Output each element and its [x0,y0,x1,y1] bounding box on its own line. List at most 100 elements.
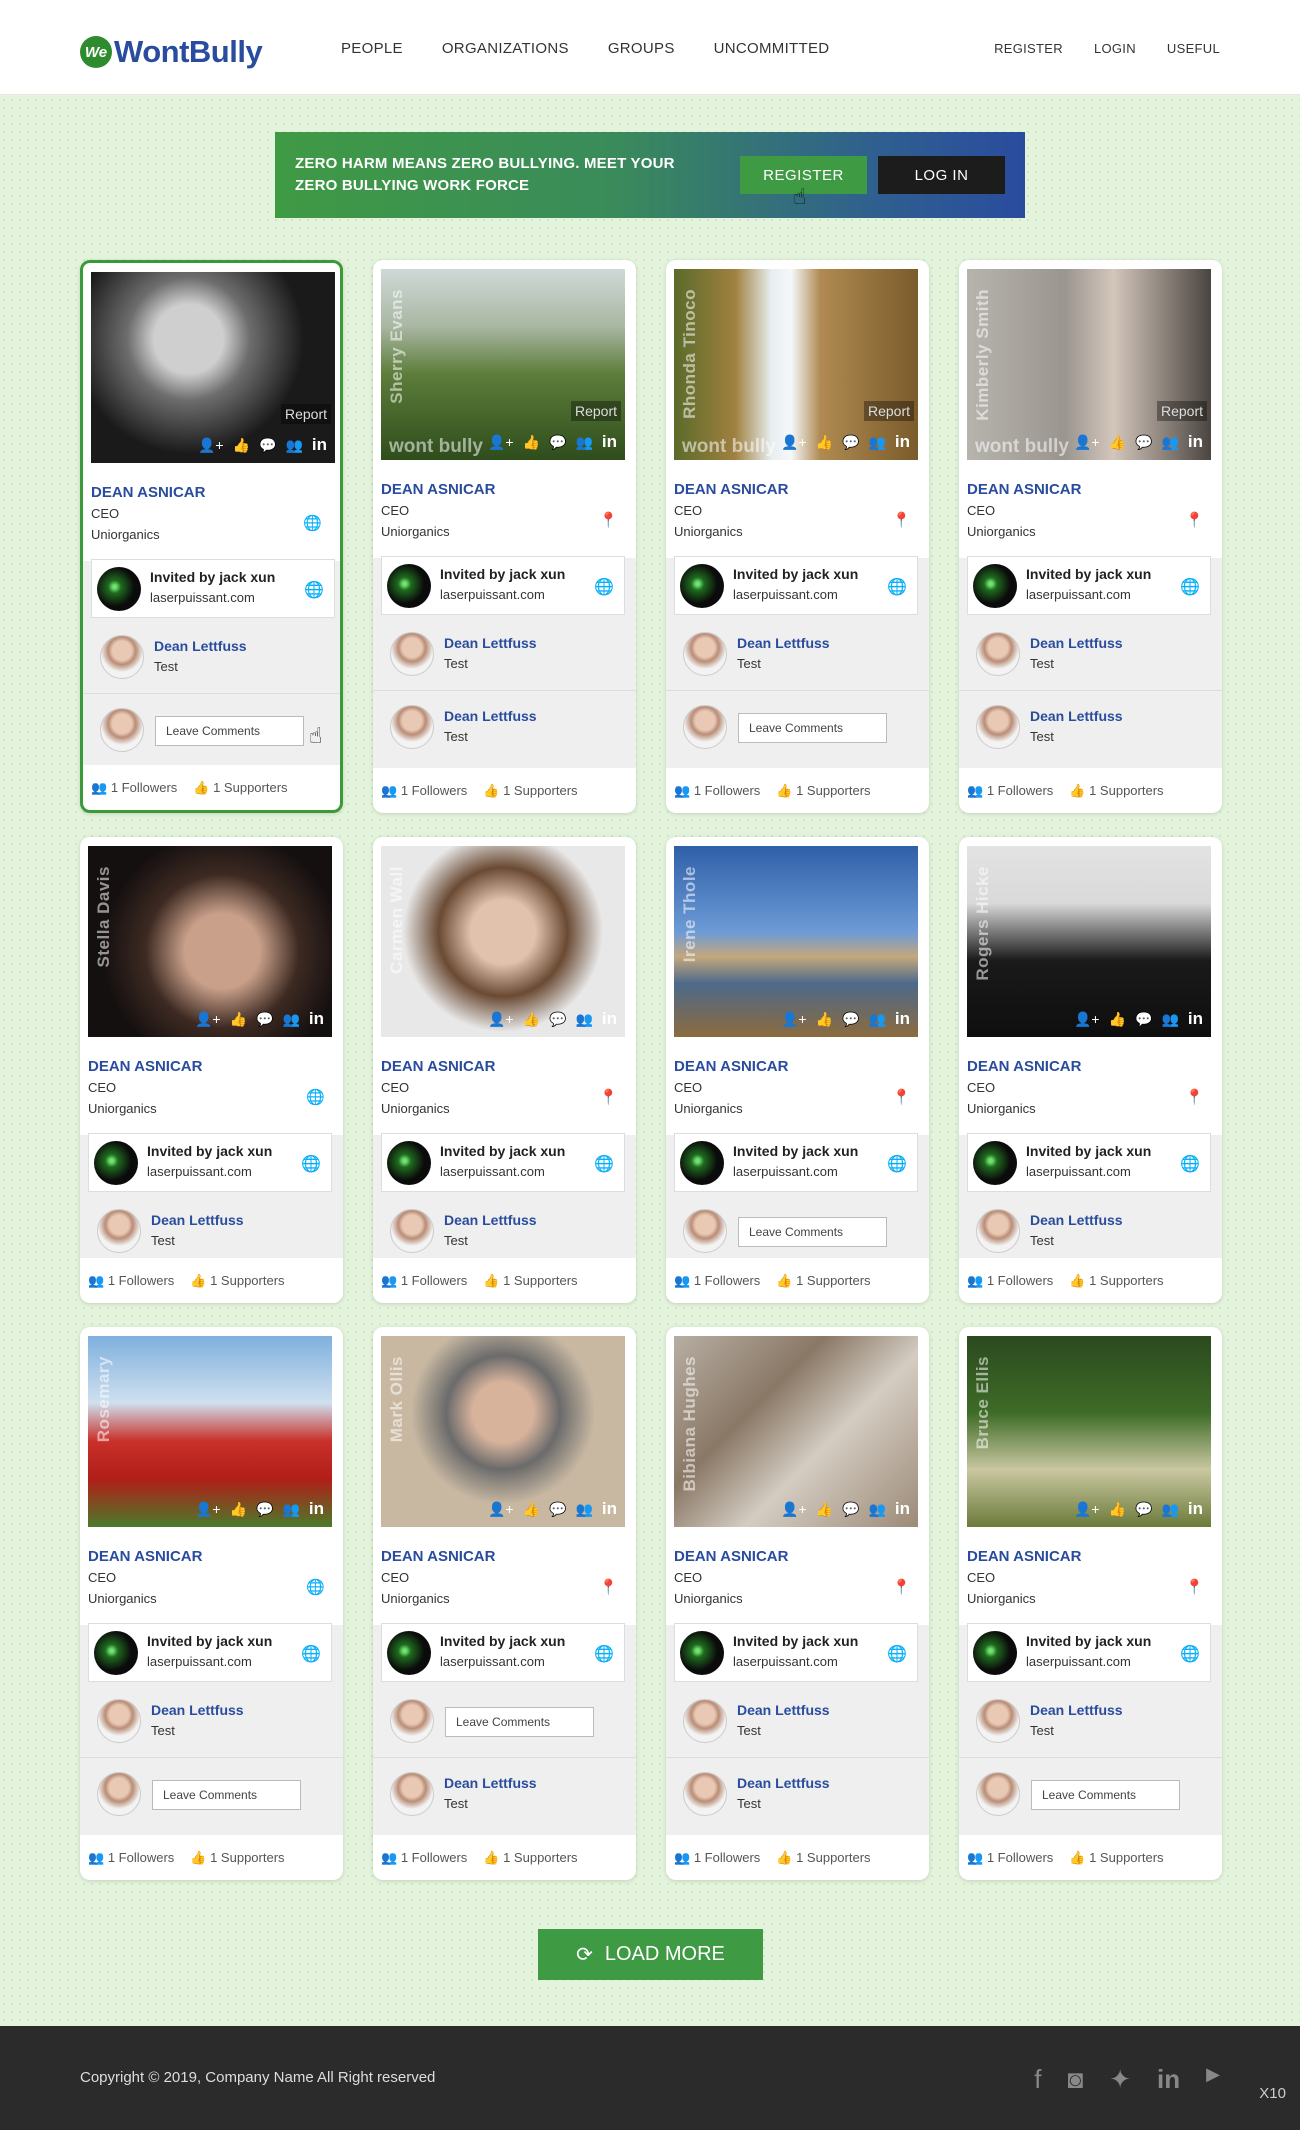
add-friend-icon[interactable]: 👤+ [781,434,807,451]
twitter-icon[interactable]: ✦ [1109,2064,1131,2095]
person-name[interactable]: DEAN ASNICAR [381,1548,495,1565]
group-icon[interactable]: 👥 [285,437,302,454]
comment-icon[interactable]: 💬 [1135,1501,1152,1518]
group-icon[interactable]: 👥 [1161,434,1178,451]
person-name[interactable]: DEAN ASNICAR [967,1058,1081,1075]
person-card[interactable]: Carmen Wall 👤+ 👍 💬 👥 in DEAN ASNICAR CEO… [373,837,636,1303]
report-button[interactable]: Report [1156,401,1207,421]
followers-count[interactable]: 👥 1 Followers [967,783,1053,799]
like-icon[interactable]: 👍 [523,1011,540,1028]
profile-photo[interactable]: Irene Thole 👤+ 👍 💬 👥 in [674,846,918,1037]
supporter-name[interactable]: Dean Lettfuss [444,1212,537,1228]
group-icon[interactable]: 👥 [868,434,885,451]
add-friend-icon[interactable]: 👤+ [781,1011,807,1028]
supporter-name[interactable]: Dean Lettfuss [737,635,830,651]
add-friend-icon[interactable]: 👤+ [1074,1501,1100,1518]
comment-icon[interactable]: 💬 [549,1011,566,1028]
nav-login[interactable]: LOGIN [1094,41,1136,56]
person-card[interactable]: Rosemary 👤+ 👍 💬 👥 in DEAN ASNICAR CEO Un… [80,1327,343,1880]
invited-by-box[interactable]: Invited by jack xun laserpuissant.com 🌐 [674,1623,918,1682]
like-icon[interactable]: 👍 [233,437,250,454]
avatar[interactable] [390,705,434,749]
avatar[interactable] [100,708,144,752]
nav-useful[interactable]: USEFUL [1167,41,1220,56]
like-icon[interactable]: 👍 [230,1011,247,1028]
linkedin-icon[interactable]: in [602,432,617,452]
linkedin-icon[interactable]: in [1188,1499,1203,1519]
person-card[interactable]: Rhonda Tinoco wont bully Report 👤+ 👍 💬 👥 i… [666,260,929,813]
group-icon[interactable]: 👥 [1161,1011,1178,1028]
invited-by-box[interactable]: Invited by jack xun laserpuissant.com 🌐 [674,1133,918,1192]
invited-by-box[interactable]: Invited by jack xun laserpuissant.com 🌐 [381,1133,625,1192]
person-name[interactable]: DEAN ASNICAR [674,481,788,498]
invited-by-box[interactable]: Invited by jack xun laserpuissant.com 🌐 [381,1623,625,1682]
avatar[interactable] [97,1209,141,1253]
facebook-icon[interactable]: f [1034,2064,1041,2095]
linkedin-icon[interactable]: in [1188,1009,1203,1029]
supporters-count[interactable]: 👍 1 Supporters [1069,1273,1163,1289]
supporter-name[interactable]: Dean Lettfuss [737,1702,830,1718]
add-friend-icon[interactable]: 👤+ [195,1011,221,1028]
group-icon[interactable]: 👥 [868,1501,885,1518]
supporters-count[interactable]: 👍 1 Supporters [1069,783,1163,799]
person-name[interactable]: DEAN ASNICAR [381,481,495,498]
comment-icon[interactable]: 💬 [842,434,859,451]
linkedin-icon[interactable]: in [895,1009,910,1029]
add-friend-icon[interactable]: 👤+ [1074,1011,1100,1028]
invited-by-box[interactable]: Invited by jack xun laserpuissant.com 🌐 [88,1623,332,1682]
person-name[interactable]: DEAN ASNICAR [674,1548,788,1565]
followers-count[interactable]: 👥 1 Followers [91,780,177,796]
like-icon[interactable]: 👍 [816,1011,833,1028]
avatar[interactable] [390,632,434,676]
profile-photo[interactable]: Mark Ollis 👤+ 👍 💬 👥 in [381,1336,625,1527]
supporters-count[interactable]: 👍 1 Supporters [776,1850,870,1866]
person-card[interactable]: Rogers Hicke 👤+ 👍 💬 👥 in DEAN ASNICAR CE… [959,837,1222,1303]
logo[interactable]: We WontBully [80,34,263,70]
like-icon[interactable]: 👍 [1109,434,1126,451]
supporter-name[interactable]: Dean Lettfuss [1030,708,1123,724]
supporter-name[interactable]: Dean Lettfuss [737,1775,830,1791]
invited-by-box[interactable]: Invited by jack xun laserpuissant.com 🌐 [88,1133,332,1192]
group-icon[interactable]: 👥 [1161,1501,1178,1518]
leave-comments-input[interactable]: Leave Comments [445,1707,594,1737]
add-friend-icon[interactable]: 👤+ [488,1501,514,1518]
add-friend-icon[interactable]: 👤+ [488,1011,514,1028]
avatar[interactable] [97,1699,141,1743]
supporter-name[interactable]: Dean Lettfuss [1030,1702,1123,1718]
group-icon[interactable]: 👥 [575,1501,592,1518]
person-card[interactable]: Stella Davis 👤+ 👍 💬 👥 in DEAN ASNICAR CE… [80,837,343,1303]
person-card[interactable]: Mark Ollis 👤+ 👍 💬 👥 in DEAN ASNICAR CEO … [373,1327,636,1880]
person-name[interactable]: DEAN ASNICAR [381,1058,495,1075]
supporter-name[interactable]: Dean Lettfuss [444,708,537,724]
supporters-count[interactable]: 👍 1 Supporters [1069,1850,1163,1866]
avatar[interactable] [390,1699,434,1743]
youtube-icon[interactable]: ▶ [1206,2064,1220,2095]
avatar[interactable] [390,1209,434,1253]
comment-icon[interactable]: 💬 [549,434,566,451]
nav-register[interactable]: REGISTER [994,41,1063,56]
report-button[interactable]: Report [863,401,914,421]
nav-organizations[interactable]: ORGANIZATIONS [442,40,569,57]
leave-comments-input[interactable]: Leave Comments [152,1780,301,1810]
profile-photo[interactable]: Sherry Evans wont bully Report 👤+ 👍 💬 👥 in [381,269,625,460]
comment-icon[interactable]: 💬 [1135,434,1152,451]
linkedin-icon[interactable]: in [1157,2064,1180,2095]
followers-count[interactable]: 👥 1 Followers [967,1273,1053,1289]
avatar[interactable] [390,1772,434,1816]
avatar[interactable] [683,1209,727,1253]
linkedin-icon[interactable]: in [602,1009,617,1029]
followers-count[interactable]: 👥 1 Followers [967,1850,1053,1866]
person-card[interactable]: Sherry Evans wont bully Report 👤+ 👍 💬 👥 in… [373,260,636,813]
load-more-button[interactable]: ⟳ LOAD MORE [538,1929,763,1980]
followers-count[interactable]: 👥 1 Followers [674,1273,760,1289]
comment-icon[interactable]: 💬 [256,1011,273,1028]
like-icon[interactable]: 👍 [523,1501,540,1518]
avatar[interactable] [683,705,727,749]
supporters-count[interactable]: 👍 1 Supporters [483,783,577,799]
avatar[interactable] [976,705,1020,749]
supporters-count[interactable]: 👍 1 Supporters [190,1850,284,1866]
avatar[interactable] [683,1772,727,1816]
avatar[interactable] [683,1699,727,1743]
person-name[interactable]: DEAN ASNICAR [91,484,205,501]
avatar[interactable] [976,1209,1020,1253]
